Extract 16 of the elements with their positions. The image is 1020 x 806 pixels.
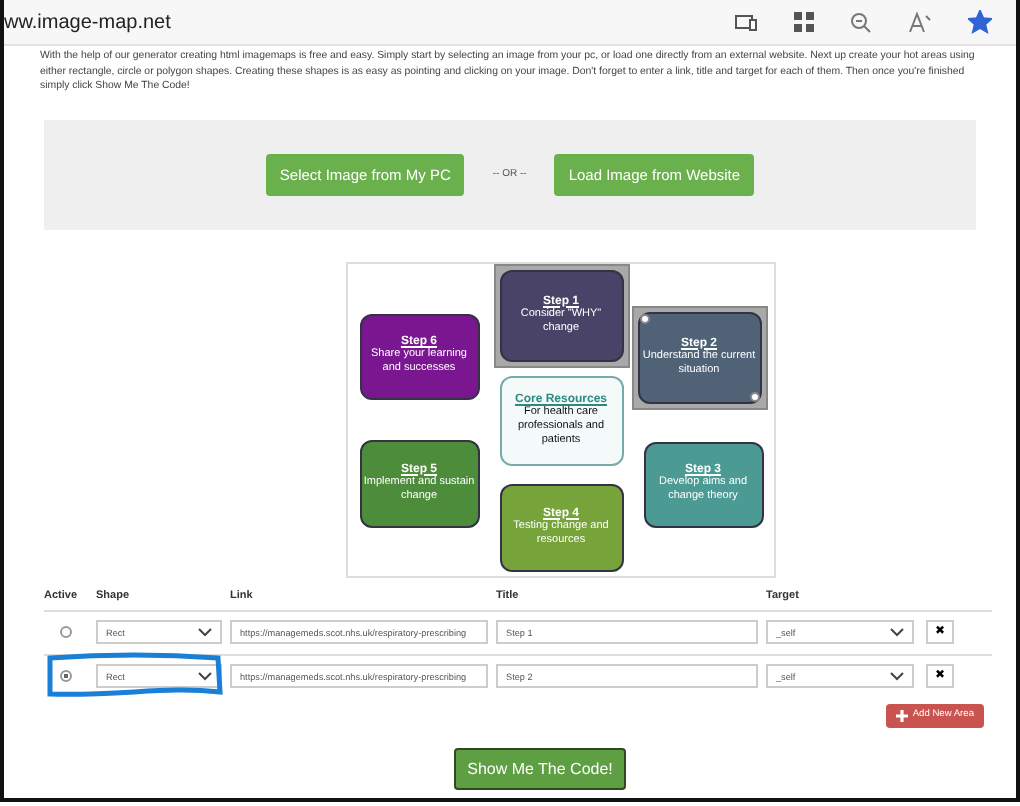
active-radio[interactable] <box>60 626 72 638</box>
active-radio[interactable] <box>60 670 72 682</box>
resize-handle[interactable] <box>639 313 649 323</box>
grid-icon[interactable] <box>794 12 814 32</box>
address-bar-url[interactable]: ww.image-map.net <box>4 11 171 33</box>
read-aloud-icon[interactable] <box>908 11 932 33</box>
zoom-out-icon[interactable] <box>850 11 872 33</box>
image-canvas[interactable] <box>345 261 775 577</box>
resize-handle[interactable] <box>749 391 759 401</box>
chevron-icon <box>890 671 904 681</box>
chevron-icon <box>890 627 904 637</box>
chevron-icon <box>198 627 212 637</box>
device-icon[interactable] <box>734 13 758 31</box>
favorite-star-icon[interactable] <box>968 10 992 34</box>
chevron-icon <box>198 671 212 681</box>
plus-icon <box>896 709 909 721</box>
